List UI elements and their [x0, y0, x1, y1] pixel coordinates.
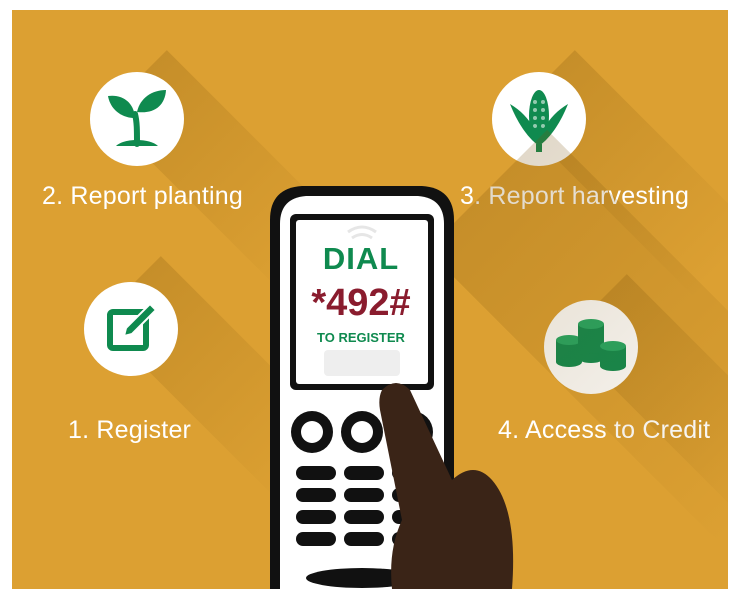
infographic-canvas: 2. Report planting 3. Report harvesting …	[12, 10, 728, 589]
ussd-code: *492#	[311, 282, 411, 324]
register-instruction: TO REGISTER	[317, 330, 405, 345]
dial-heading: DIAL	[322, 241, 400, 276]
